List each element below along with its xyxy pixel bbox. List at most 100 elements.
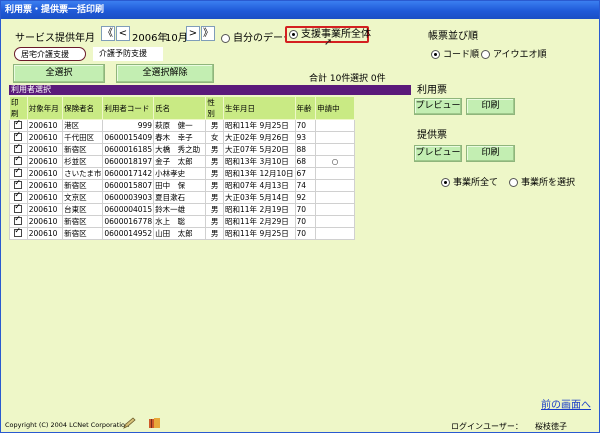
table-row[interactable]: 200610港区999萩原 健一男昭和11年 9月25日70 — [9, 119, 355, 132]
cell-insurer: 新宿区 — [62, 179, 104, 192]
all-offices-label: 事業所全て — [453, 178, 499, 188]
pencil-icon[interactable] — [122, 417, 136, 429]
select-office-radio[interactable]: 事業所を選択 — [509, 175, 575, 188]
col-target-month[interactable]: 対象年月 — [26, 96, 64, 120]
last-month-button[interactable]: 》 — [201, 26, 215, 41]
table-row[interactable]: 200610文京区0600003903夏目漱石男大正03年 5月14日92 — [9, 191, 355, 204]
back-link[interactable]: 前の画面へ — [541, 396, 591, 411]
cell-applying — [315, 179, 355, 192]
print-checkbox[interactable] — [14, 168, 23, 177]
table-row[interactable]: 200610新宿区0600014952山田 太郎男昭和11年 9月25日70 — [9, 227, 355, 240]
cell-name: 山田 太郎 — [153, 227, 207, 240]
print-checkbox[interactable] — [14, 180, 23, 189]
print-checkbox[interactable] — [14, 132, 23, 141]
code-order-label: コード順 — [443, 50, 480, 60]
print-checkbox[interactable] — [14, 192, 23, 201]
cell-sex: 男 — [205, 179, 225, 192]
print-checkbox[interactable] — [14, 228, 23, 237]
radio-selected-icon — [289, 29, 298, 39]
usage-print-button[interactable]: 印刷 — [466, 98, 515, 115]
cell-applying — [315, 131, 355, 144]
sort-order-heading: 帳票並び順 — [428, 31, 478, 42]
cell-user-code: 0600003903 — [102, 191, 155, 204]
cell-target-month: 200610 — [26, 191, 64, 204]
book-icon[interactable] — [148, 417, 162, 429]
cell-insurer: さいたま市 — [62, 167, 104, 180]
table-row[interactable]: 200610杉並区0600018197金子 太郎男昭和13年 3月10日68○ — [9, 155, 355, 168]
cell-applying — [315, 227, 355, 240]
cell-age: 70 — [294, 215, 317, 228]
usage-sheet-heading: 利用票 — [417, 85, 447, 96]
cell-birthdate: 大正02年 9月26日 — [223, 131, 296, 144]
tab-prevention-support[interactable]: 介護予防支援 — [93, 47, 163, 61]
cell-sex: 男 — [205, 203, 225, 216]
print-checkbox[interactable] — [14, 144, 23, 153]
table-row[interactable]: 200610さいたま市0600017142小林孝史男昭和13年 12月10日67 — [9, 167, 355, 180]
cell-birthdate: 昭和11年 9月25日 — [223, 227, 296, 240]
window-title: 利用票・提供票一括印刷 — [1, 1, 599, 19]
cell-name: 大橋 秀之助 — [153, 143, 207, 156]
tab-home-care-support[interactable]: 居宅介護支援 — [14, 47, 86, 61]
cell-applying — [315, 191, 355, 204]
print-cell — [9, 179, 28, 192]
cell-birthdate: 昭和11年 9月25日 — [223, 119, 296, 132]
total-count: 合計 10件 — [309, 74, 351, 84]
all-offices-radio[interactable]: 事業所全て — [441, 175, 498, 188]
cell-user-code: 0600015409 — [102, 131, 155, 144]
code-order-radio[interactable]: コード順 — [431, 47, 479, 60]
cell-birthdate: 大正07年 5月20日 — [223, 143, 296, 156]
select-office-label: 事業所を選択 — [521, 178, 576, 188]
col-insurer[interactable]: 保険者名 — [62, 96, 104, 120]
print-checkbox[interactable] — [14, 156, 23, 165]
select-all-button[interactable]: 全選択 — [13, 64, 105, 83]
print-checkbox[interactable] — [14, 204, 23, 213]
table-row[interactable]: 200610新宿区0600016778水上 聡男昭和11年 2月29日70 — [9, 215, 355, 228]
col-name[interactable]: 氏名 — [153, 96, 207, 120]
table-row[interactable]: 200610台東区0600004015鈴木一雄男昭和11年 2月19日70 — [9, 203, 355, 216]
print-cell — [9, 167, 28, 180]
next-month-button[interactable]: > — [186, 26, 200, 41]
cell-sex: 男 — [205, 191, 225, 204]
table-row[interactable]: 200610千代田区0600015409春木 幸子女大正02年 9月26日93 — [9, 131, 355, 144]
login-label: ログインユーザー： — [451, 422, 523, 431]
own-data-radio[interactable]: 自分のデータ — [221, 29, 293, 44]
prev-month-button[interactable]: < — [116, 26, 130, 41]
cell-name: 鈴木一雄 — [153, 203, 207, 216]
cell-insurer: 文京区 — [62, 191, 104, 204]
provision-preview-button[interactable]: プレビュー — [414, 145, 462, 162]
cell-name: 春木 幸子 — [153, 131, 207, 144]
table-row[interactable]: 200610新宿区0600016185大橋 秀之助男大正07年 5月20日88 — [9, 143, 355, 156]
col-sex[interactable]: 性別 — [205, 96, 225, 120]
kana-order-radio[interactable]: アイウエオ順 — [481, 47, 547, 60]
cell-applying — [315, 167, 355, 180]
deselect-all-button[interactable]: 全選択解除 — [116, 64, 214, 83]
user-table: 印刷 対象年月 保険者名 利用者コード 氏名 性別 生年月日 年齢 申請中 20… — [9, 96, 355, 240]
copyright-text: Copyright (C) 2004 LCNet Corporation — [5, 421, 130, 429]
cell-birthdate: 昭和11年 2月19日 — [223, 203, 296, 216]
cell-birthdate: 昭和13年 3月10日 — [223, 155, 296, 168]
table-row[interactable]: 200610新宿区0600015807田中 保男昭和07年 4月13日74 — [9, 179, 355, 192]
usage-preview-button[interactable]: プレビュー — [414, 98, 462, 115]
radio-selected-icon — [431, 50, 440, 59]
col-print[interactable]: 印刷 — [9, 96, 28, 120]
radio-icon — [221, 33, 230, 43]
cell-target-month: 200610 — [26, 131, 64, 144]
col-age[interactable]: 年齢 — [294, 96, 317, 120]
cell-user-code: 0600018197 — [102, 155, 155, 168]
col-user-code[interactable]: 利用者コード — [102, 96, 155, 120]
cell-age: 70 — [294, 227, 317, 240]
col-birthdate[interactable]: 生年月日 — [223, 96, 296, 120]
cell-age: 70 — [294, 203, 317, 216]
cell-insurer: 新宿区 — [62, 215, 104, 228]
cell-target-month: 200610 — [26, 143, 64, 156]
user-select-header: 利用者選択 — [9, 85, 411, 95]
print-checkbox[interactable] — [14, 120, 23, 129]
first-month-button[interactable]: 《 — [101, 26, 115, 41]
print-checkbox[interactable] — [14, 216, 23, 225]
cell-user-code: 0600004015 — [102, 203, 155, 216]
col-applying[interactable]: 申請中 — [315, 96, 355, 120]
cell-target-month: 200610 — [26, 155, 64, 168]
app-window: 利用票・提供票一括印刷 サービス提供年月 《 < 2006年 10月 > 》 自… — [0, 0, 600, 433]
selected-count: 選択 0件 — [350, 74, 386, 84]
provision-print-button[interactable]: 印刷 — [466, 145, 515, 162]
